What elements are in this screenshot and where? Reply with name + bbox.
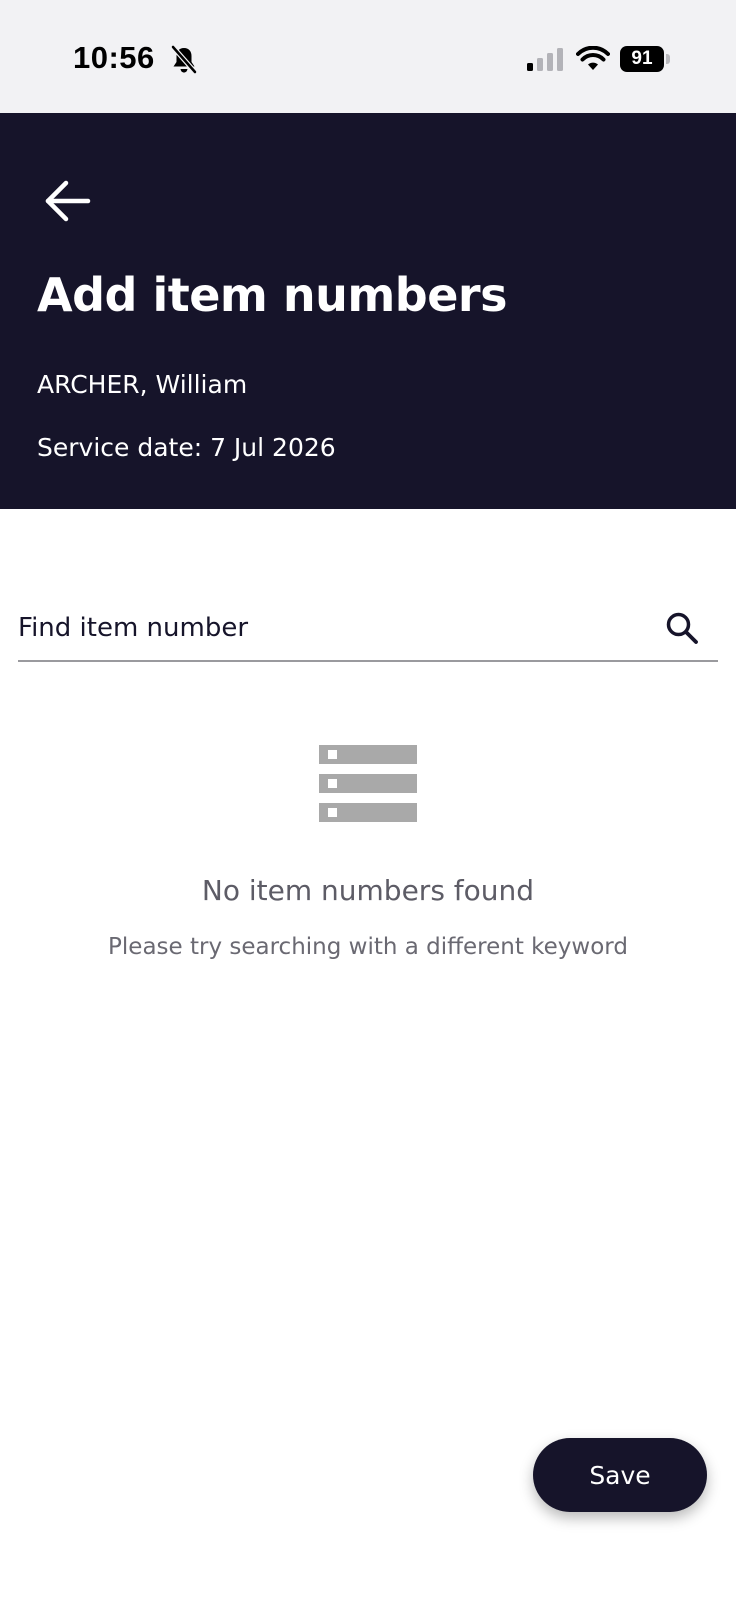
signal-icon [527, 48, 563, 71]
search-field [18, 598, 718, 662]
wifi-icon [576, 46, 610, 70]
battery-icon: 91 [620, 46, 672, 72]
search-input[interactable] [18, 606, 638, 650]
search-icon[interactable] [664, 610, 700, 646]
patient-name: ARCHER, William [37, 370, 248, 399]
list-icon [319, 745, 417, 822]
battery-level: 91 [620, 46, 664, 72]
arrow-left-icon[interactable] [40, 173, 96, 229]
status-time: 10:56 [73, 40, 155, 75]
service-date: Service date: 7 Jul 2026 [37, 433, 336, 462]
bell-off-icon [171, 45, 197, 74]
page-title: Add item numbers [37, 268, 508, 322]
battery-cap [666, 54, 670, 64]
save-button[interactable]: Save [533, 1438, 707, 1512]
header: Add item numbers ARCHER, William Service… [0, 113, 736, 509]
status-bar: 10:56 91 [0, 0, 736, 113]
empty-state-title: No item numbers found [201, 874, 535, 907]
empty-state-subtitle: Please try searching with a different ke… [108, 934, 628, 960]
